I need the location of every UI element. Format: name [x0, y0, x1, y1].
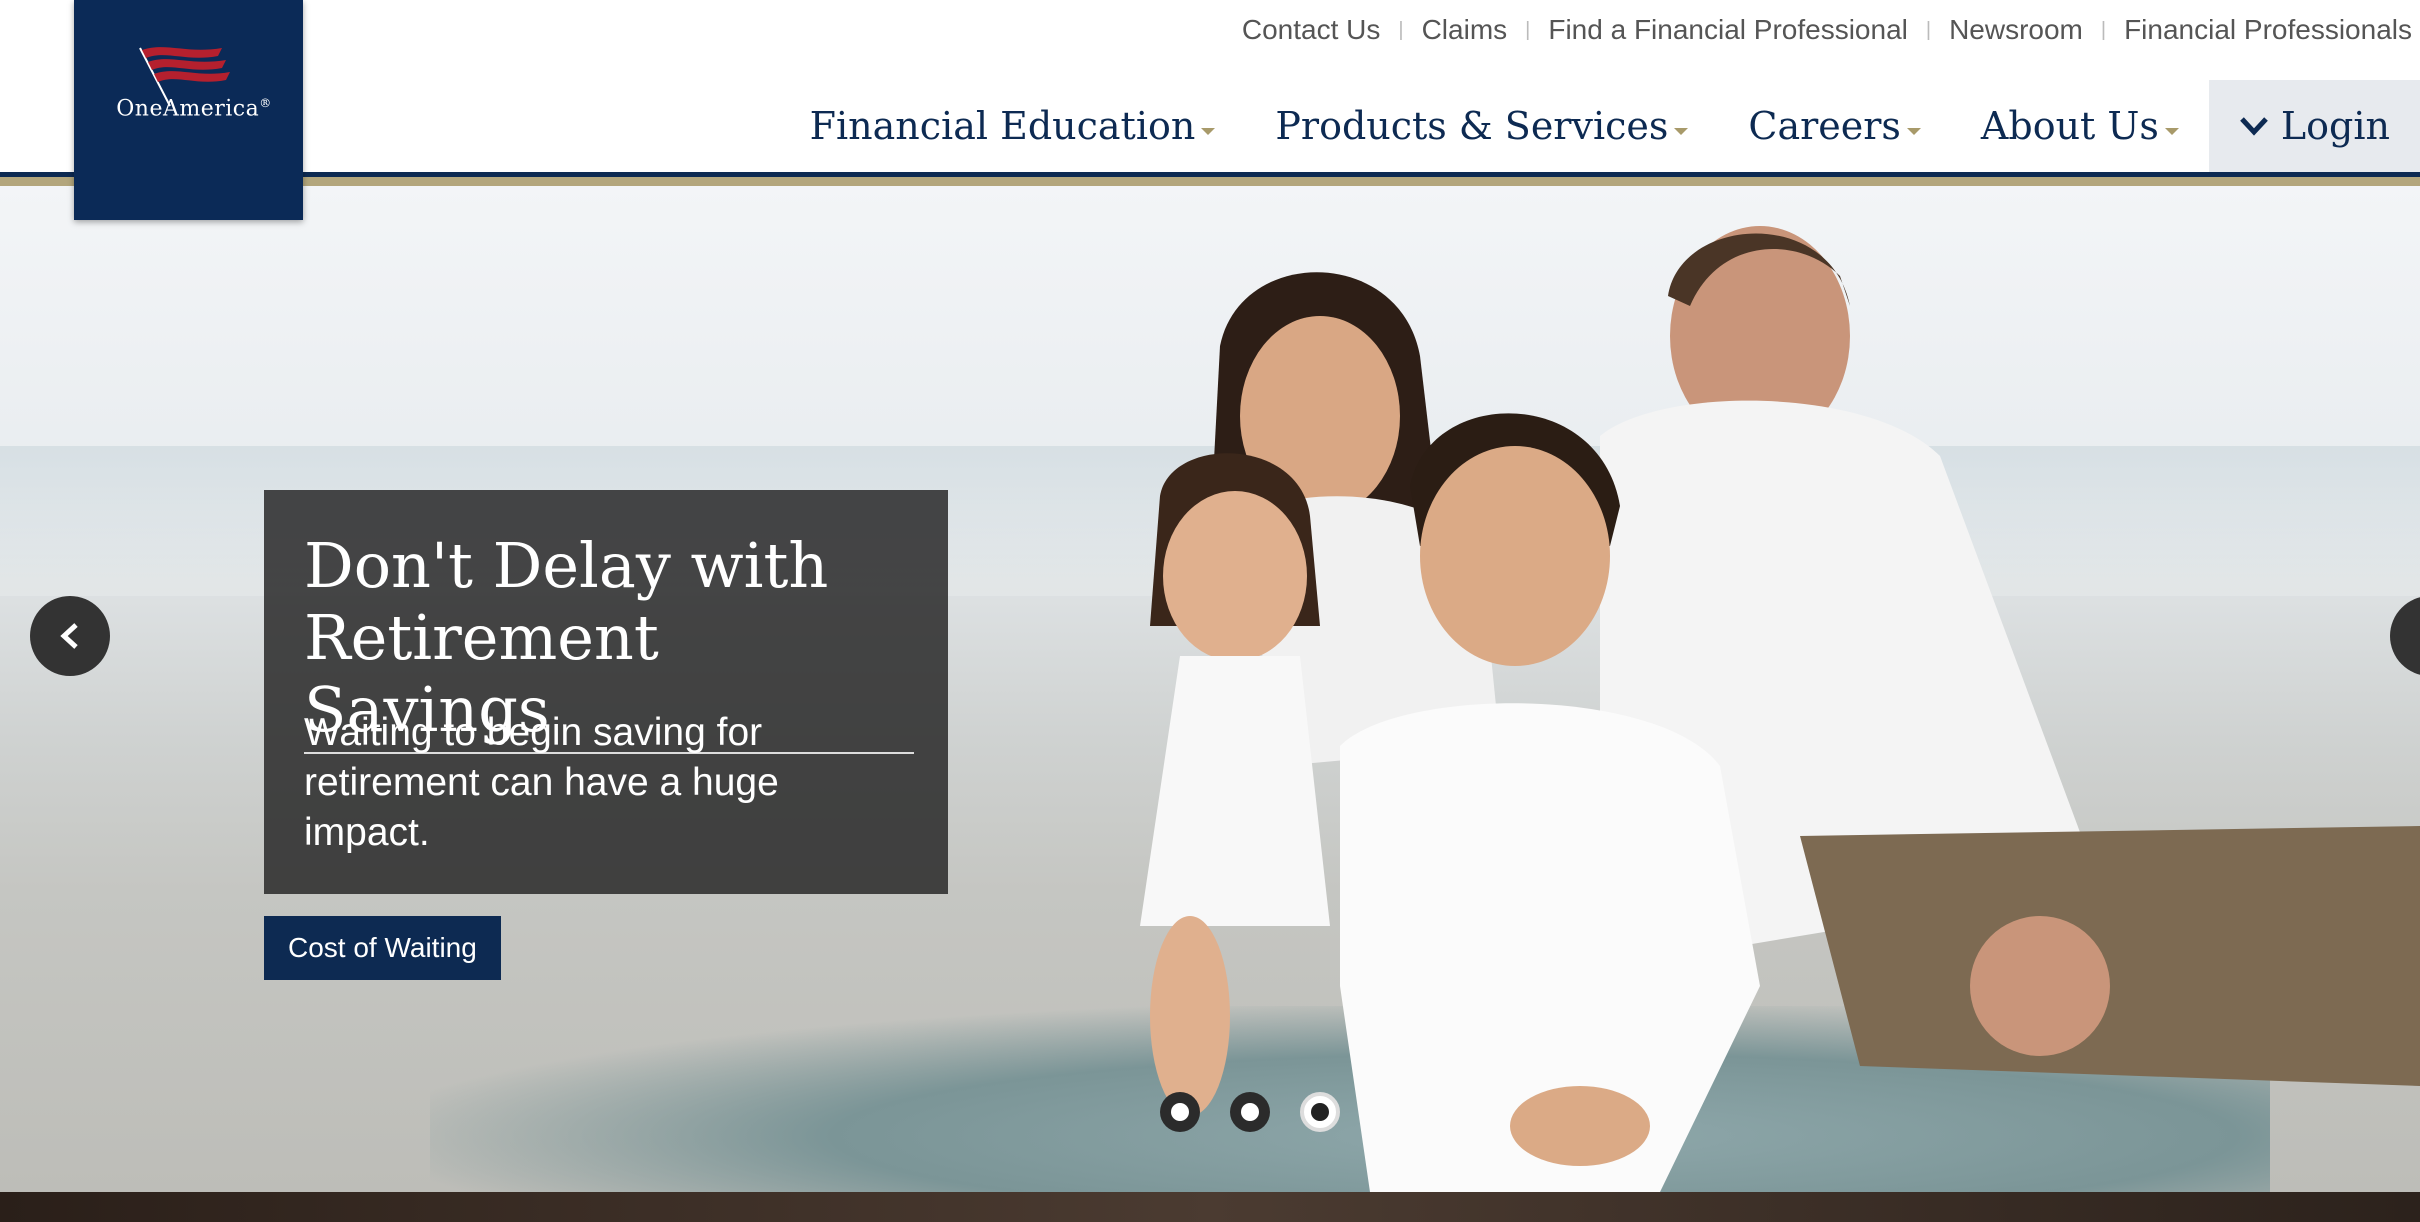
carousel-dots — [1160, 1092, 1340, 1132]
nav-label: Products & Services — [1275, 104, 1669, 148]
cost-of-waiting-button[interactable]: Cost of Waiting — [264, 916, 501, 980]
carousel-dot-2[interactable] — [1230, 1092, 1270, 1132]
main-nav: Financial Education Products & Services … — [780, 80, 2420, 172]
nav-label: Financial Education — [809, 104, 1196, 148]
nav-label: Careers — [1748, 104, 1901, 148]
oneamerica-logo[interactable]: OneAmerica® — [74, 0, 303, 220]
family-photo — [1140, 226, 2420, 1192]
nav-label: About Us — [1980, 104, 2159, 148]
utility-nav: Contact Us | Claims | Find a Financial P… — [1242, 14, 2412, 46]
nav-financial-education[interactable]: Financial Education — [780, 80, 1246, 172]
login-label: Login — [2280, 104, 2390, 148]
caret-down-icon — [1674, 127, 1689, 135]
site-header: Contact Us | Claims | Find a Financial P… — [0, 0, 2420, 186]
separator: | — [1925, 18, 1932, 41]
nav-products-services[interactable]: Products & Services — [1245, 80, 1718, 172]
carousel-prev-button[interactable] — [30, 596, 110, 676]
utility-link-claims[interactable]: Claims — [1422, 14, 1508, 46]
carousel-dot-3[interactable] — [1300, 1092, 1340, 1132]
login-button[interactable]: Login — [2208, 80, 2420, 172]
nav-about-us[interactable]: About Us — [1951, 80, 2209, 172]
hero-carousel: Don't Delay with Retirement Savings Wait… — [0, 186, 2420, 1192]
chevron-down-icon — [2240, 117, 2268, 136]
caret-down-icon — [2164, 127, 2179, 135]
hero-caption: Don't Delay with Retirement Savings Wait… — [264, 490, 948, 894]
utility-link-newsroom[interactable]: Newsroom — [1949, 14, 2083, 46]
caret-down-icon — [1201, 127, 1216, 135]
page-bottom-strip — [0, 1192, 2420, 1222]
utility-link-contact-us[interactable]: Contact Us — [1242, 14, 1381, 46]
utility-link-find-financial-professional[interactable]: Find a Financial Professional — [1548, 14, 1908, 46]
chevron-left-icon — [60, 623, 78, 649]
nav-careers[interactable]: Careers — [1718, 80, 1951, 172]
hero-text: Waiting to begin saving for retirement c… — [304, 711, 779, 854]
logo-text: OneAmerica® — [116, 96, 272, 122]
header-rule-gold — [0, 177, 2420, 186]
separator: | — [1398, 18, 1404, 41]
separator: | — [2100, 18, 2107, 41]
caret-down-icon — [1906, 127, 1921, 135]
carousel-dot-1[interactable] — [1160, 1092, 1200, 1132]
separator: | — [1525, 18, 1531, 41]
utility-link-financial-professionals[interactable]: Financial Professionals — [2124, 14, 2412, 46]
